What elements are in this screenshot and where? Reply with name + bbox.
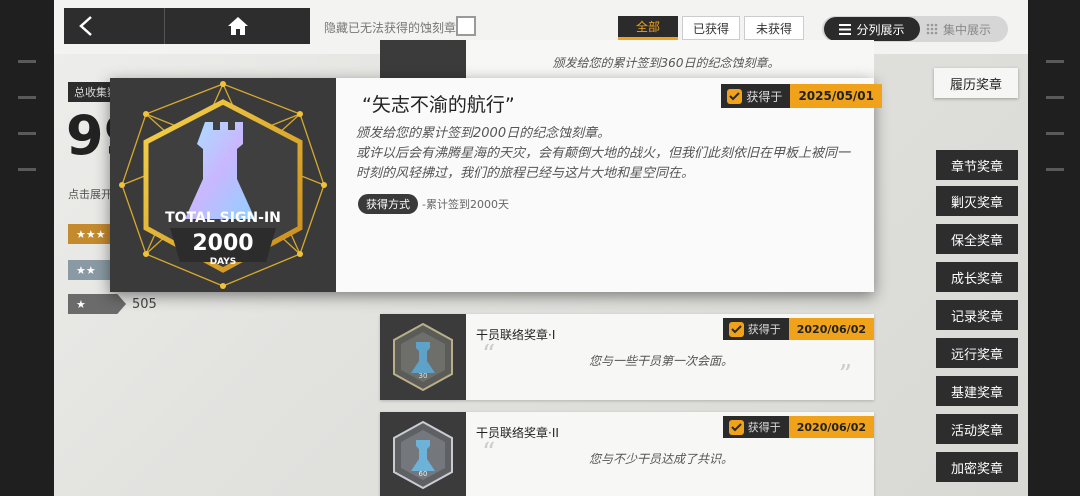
acquisition-method: 获得方式 -累计签到2000天 xyxy=(358,194,509,214)
obtained-badge: 获得于 2020/06/02 xyxy=(722,416,874,438)
bezel-mark xyxy=(18,168,36,171)
obtained-label-box: 获得于 xyxy=(722,318,789,340)
category-chapter[interactable]: 章节奖章 xyxy=(936,150,1018,180)
check-icon xyxy=(728,321,744,337)
description-line-2: 或许以后会有沸腾星海的天灾，会有颠倒大地的战火，但我们此刻依旧在甲板上被同一时刻… xyxy=(356,146,851,181)
grid-icon xyxy=(926,23,938,35)
filter-not-obtained-tab[interactable]: 未获得 xyxy=(744,16,804,40)
view-toggle: 分列展示 集中展示 xyxy=(822,16,1008,42)
check-icon xyxy=(728,419,744,435)
obtained-label: 获得于 xyxy=(746,89,783,104)
medal-badge-number: 60 xyxy=(419,470,428,478)
hide-unobtainable-checkbox[interactable] xyxy=(456,16,476,36)
bezel-mark xyxy=(1046,132,1064,135)
obtained-label: 获得于 xyxy=(747,421,781,434)
obtained-date: 2020/06/02 xyxy=(788,318,874,340)
medal-badge-number: 30 xyxy=(419,372,428,380)
obtained-badge: 获得于 2025/05/01 xyxy=(721,84,882,108)
bezel-mark xyxy=(1046,96,1064,99)
category-preservation[interactable]: 保全奖章 xyxy=(936,224,1018,254)
obtained-date: 2025/05/01 xyxy=(790,84,882,108)
bezel-mark xyxy=(1046,168,1064,171)
hide-unobtainable-label: 隐藏已无法获得的蚀刻章 xyxy=(324,21,457,35)
medal-icon: 60 xyxy=(393,420,453,490)
star-1-tag: ★ xyxy=(68,294,126,314)
medal-description: 颁发给您的累计签到360日的纪念蚀刻章。 xyxy=(552,56,780,70)
bezel-mark xyxy=(18,96,36,99)
bezel-mark xyxy=(18,60,36,63)
category-event[interactable]: 活动奖章 xyxy=(936,414,1018,444)
medal-icon: 30 xyxy=(393,322,453,392)
home-button[interactable] xyxy=(164,8,310,44)
obtained-badge: 获得于 2020/06/02 xyxy=(722,318,874,340)
star-1-count: 505 xyxy=(132,296,157,312)
list-item[interactable]: 颁发给您的累计签到360日的纪念蚀刻章。 xyxy=(380,40,874,78)
acquisition-method-text: -累计签到2000天 xyxy=(422,198,509,211)
category-expedition[interactable]: 远行奖章 xyxy=(936,338,1018,368)
left-bezel xyxy=(0,0,54,496)
back-button[interactable] xyxy=(64,8,164,44)
medal-thumbnail: 30 xyxy=(380,314,466,400)
focus-view-button[interactable]: 集中展示 xyxy=(926,17,1006,41)
medal-title-text: TOTAL SIGN-IN xyxy=(165,210,281,226)
acquisition-method-label: 获得方式 xyxy=(358,194,418,214)
nav-box xyxy=(64,8,310,44)
obtained-label: 获得于 xyxy=(747,323,781,336)
medal-description: 您与一些干员第一次会面。 xyxy=(588,354,733,368)
medal-detail-card[interactable]: TOTAL SIGN-IN 2000 DAYS “矢志不渝的航行” 获得于 20… xyxy=(110,78,882,292)
bezel-mark xyxy=(1046,60,1064,63)
star-1-row: ★ 505 xyxy=(68,294,178,314)
filter-all-tab[interactable]: 全部 xyxy=(618,16,678,40)
medal-description: 您与不少干员达成了共识。 xyxy=(588,452,733,466)
list-icon xyxy=(839,23,852,35)
category-annihilation[interactable]: 剿灭奖章 xyxy=(936,186,1018,216)
obtained-label-box: 获得于 xyxy=(722,416,789,438)
focus-view-label: 集中展示 xyxy=(943,22,992,37)
medal-detail-title: “矢志不渝的航行” xyxy=(362,94,515,116)
total-sign-in-medal-icon: TOTAL SIGN-IN 2000 DAYS xyxy=(119,81,327,289)
medal-detail-description: 颁发给您的累计签到2000日的纪念蚀刻章。 或许以后会有沸腾星海的天灾，会有颠倒… xyxy=(356,124,856,184)
obtained-date: 2020/06/02 xyxy=(788,416,874,438)
category-encrypted[interactable]: 加密奖章 xyxy=(936,452,1018,482)
medal-screen: 隐藏已无法获得的蚀刻章 全部 已获得 未获得 分列展示 集中展示 总收集数 99… xyxy=(54,0,1028,496)
medal-days-text: DAYS xyxy=(210,257,237,267)
right-bezel xyxy=(1028,0,1080,496)
list-item[interactable]: 60 干员联络奖章·II “ 您与不少干员达成了共识。 获得于 2020/06/… xyxy=(380,412,874,496)
medal-thumbnail: 60 xyxy=(380,412,466,496)
bezel-mark xyxy=(18,132,36,135)
category-base[interactable]: 基建奖章 xyxy=(936,376,1018,406)
category-growth[interactable]: 成长奖章 xyxy=(936,262,1018,292)
medal-thumbnail xyxy=(380,40,466,78)
quote-close-icon: ” xyxy=(838,360,852,390)
medal-number-text: 2000 xyxy=(192,231,253,256)
list-item[interactable]: 30 干员联络奖章·I “ 您与一些干员第一次会面。 ” 获得于 2020/06… xyxy=(380,314,874,400)
obtained-label-box: 获得于 xyxy=(721,84,791,108)
filter-obtained-tab[interactable]: 已获得 xyxy=(682,16,740,40)
split-view-button[interactable]: 分列展示 xyxy=(824,17,920,41)
description-line-1: 颁发给您的累计签到2000日的纪念蚀刻章。 xyxy=(356,126,611,141)
split-view-label: 分列展示 xyxy=(856,22,905,37)
medal-large-image: TOTAL SIGN-IN 2000 DAYS xyxy=(110,78,336,292)
history-medals-tab[interactable]: 履历奖章 xyxy=(934,68,1018,98)
chevron-left-icon xyxy=(79,16,92,36)
check-icon xyxy=(727,88,743,104)
category-record[interactable]: 记录奖章 xyxy=(936,300,1018,330)
home-icon xyxy=(227,17,248,35)
